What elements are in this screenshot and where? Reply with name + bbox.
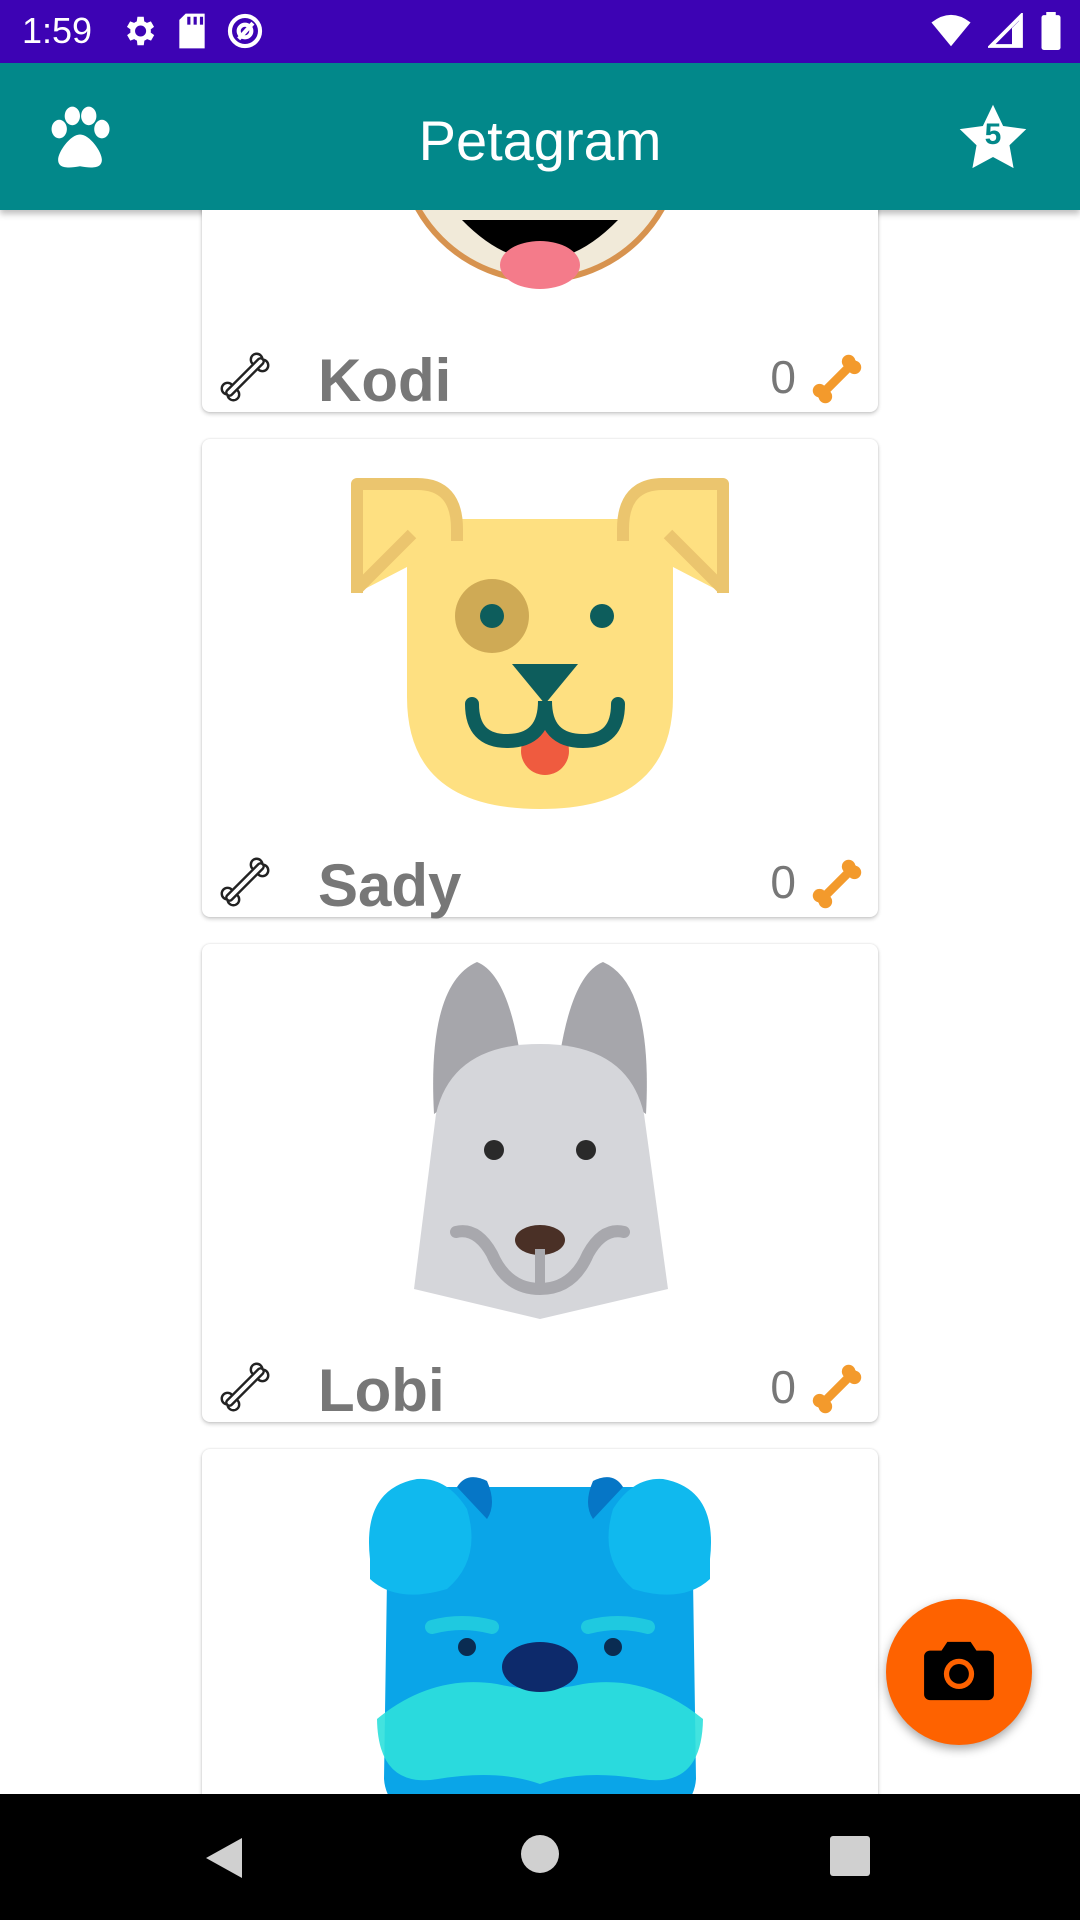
bulldog-face-icon: [415, 210, 665, 289]
wifi-icon: [931, 14, 971, 47]
pet-card: [202, 1449, 878, 1794]
like-count: 0: [770, 856, 796, 908]
pet-image: [202, 944, 878, 1344]
battery-icon: [1041, 12, 1061, 50]
like-count: 0: [770, 351, 796, 403]
recents-icon[interactable]: [830, 1836, 870, 1876]
bone-outline-icon[interactable]: [214, 346, 276, 408]
status-bar: 1:59: [0, 0, 1080, 63]
home-icon[interactable]: [520, 1834, 560, 1874]
pet-card: Sady 0: [202, 439, 878, 919]
status-icons-right: [930, 12, 1062, 50]
app-title: Petagram: [418, 109, 662, 172]
favorites-count: 5: [984, 118, 1002, 151]
system-nav-bar: [0, 1794, 1080, 1920]
pet-card: Kodi 0: [202, 210, 878, 414]
favorites-star-button[interactable]: 5: [955, 100, 1031, 176]
bone-orange-icon: [812, 1364, 862, 1414]
bone-orange-icon: [812, 354, 862, 404]
camera-fab-button[interactable]: [886, 1599, 1032, 1745]
pet-image: [202, 210, 878, 350]
at-sign-icon: [227, 13, 263, 49]
cellular-signal-icon: [988, 13, 1023, 48]
bone-orange-icon: [812, 859, 862, 909]
yellow-dog-face-icon: [351, 478, 729, 809]
pet-name: Lobi: [318, 1357, 445, 1424]
bone-outline-icon[interactable]: [214, 851, 276, 913]
pet-image: [202, 439, 878, 839]
pet-card-footer: Kodi 0: [202, 342, 878, 414]
back-icon[interactable]: [202, 1834, 246, 1882]
status-icons-left: [120, 12, 264, 50]
app-bar: Petagram 5: [0, 63, 1080, 210]
sd-card-icon: [179, 13, 205, 49]
blue-bulldog-face-icon: [368, 1477, 712, 1794]
pet-card: Lobi 0: [202, 944, 878, 1424]
pet-card-footer: Sady 0: [202, 847, 878, 919]
like-count: 0: [770, 1361, 796, 1413]
pet-name: Sady: [318, 852, 462, 919]
pet-image: [202, 1449, 878, 1794]
gray-husky-face-icon: [414, 962, 668, 1319]
camera-icon: [924, 1641, 994, 1701]
gear-icon: [126, 16, 155, 46]
pet-name: Kodi: [318, 347, 452, 414]
status-time: 1:59: [22, 10, 93, 51]
pet-card-footer: Lobi 0: [202, 1352, 878, 1424]
pet-list[interactable]: Kodi 0 Sady 0 Lobi 0: [0, 210, 1080, 1794]
bone-outline-icon[interactable]: [214, 1356, 276, 1418]
